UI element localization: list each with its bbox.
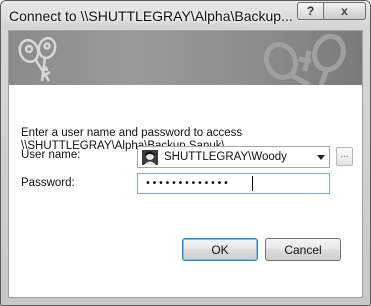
ok-button[interactable]: OK xyxy=(182,238,258,261)
username-label: User name: xyxy=(21,149,81,161)
text-caret xyxy=(252,176,253,191)
browse-button[interactable]: ... xyxy=(336,147,353,166)
connect-dialog-window: Connect to \\SHUTTLEGRAY\Alpha\Backup...… xyxy=(0,0,371,306)
instructions-line-1: Enter a user name and password to access xyxy=(21,127,243,139)
chevron-down-icon[interactable] xyxy=(317,155,325,160)
close-icon: x xyxy=(341,4,348,18)
user-icon xyxy=(142,150,158,165)
password-label: Password: xyxy=(21,177,75,189)
password-field[interactable] xyxy=(137,173,330,194)
username-value: SHUTTLEGRAY\Woody xyxy=(164,151,287,163)
window-title: Connect to \\SHUTTLEGRAY\Alpha\Backup... xyxy=(9,8,293,24)
help-button[interactable]: ? xyxy=(297,2,324,20)
username-combobox[interactable]: SHUTTLEGRAY\Woody xyxy=(137,146,330,168)
title-bar[interactable]: Connect to \\SHUTTLEGRAY\Alpha\Backup...… xyxy=(1,1,370,29)
banner xyxy=(9,31,362,85)
cancel-button[interactable]: Cancel xyxy=(265,238,341,261)
keys-icon xyxy=(18,33,346,85)
close-button[interactable]: x xyxy=(323,2,366,20)
